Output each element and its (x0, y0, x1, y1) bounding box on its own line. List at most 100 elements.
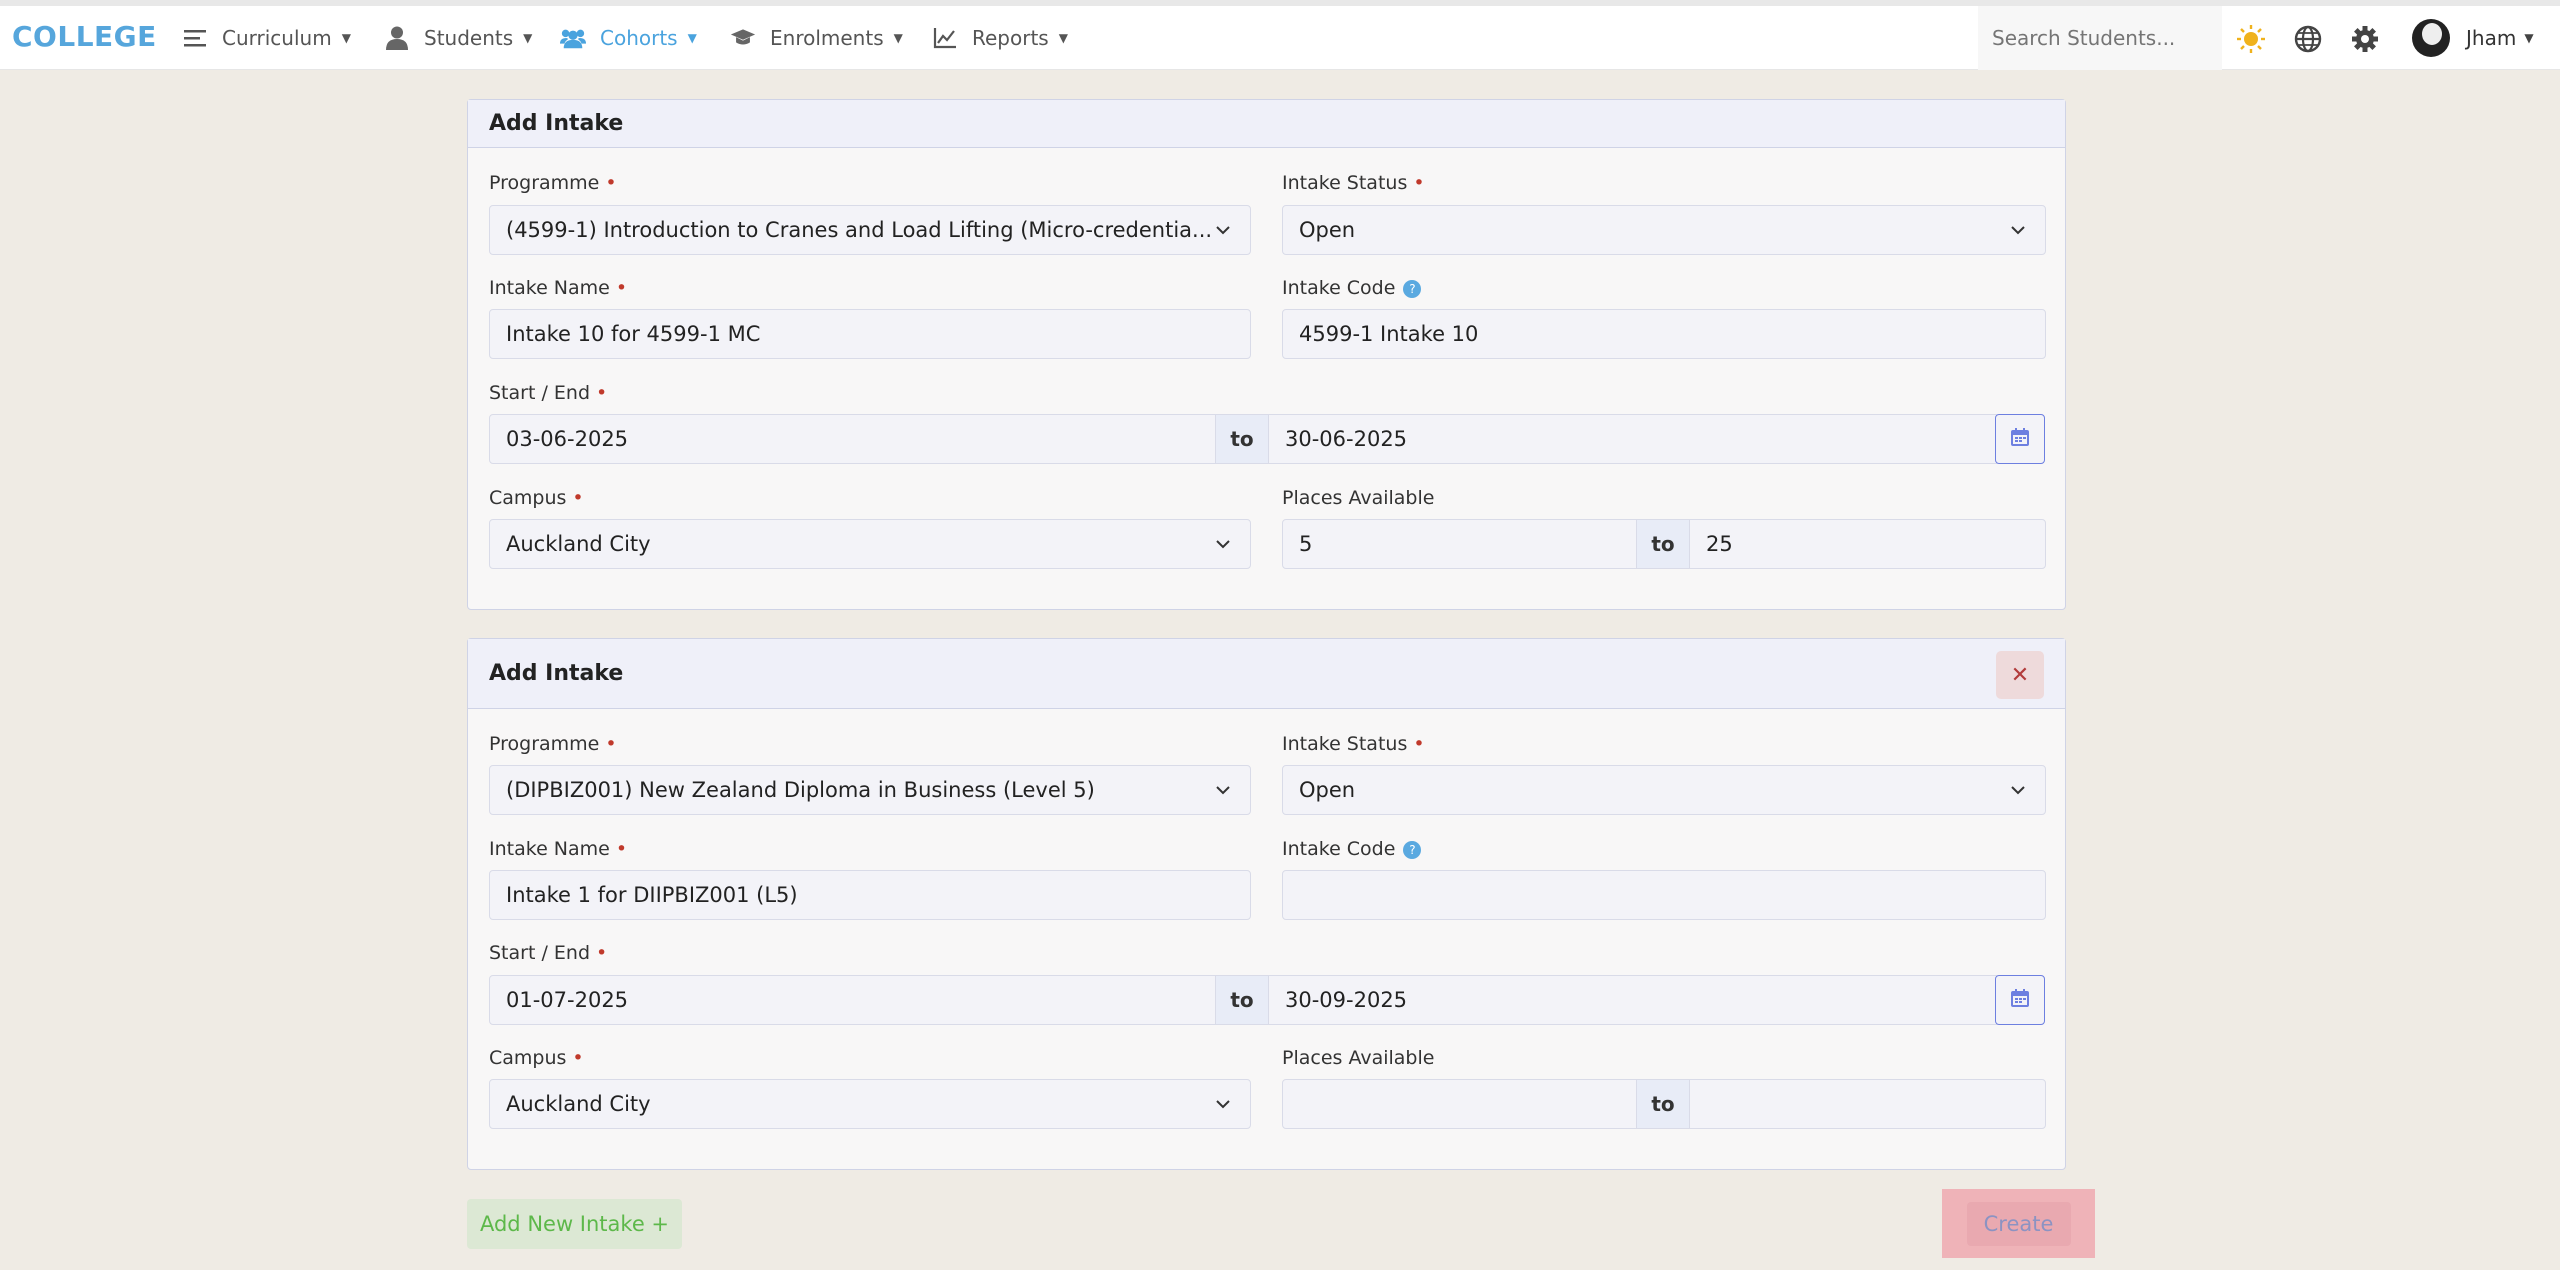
person-icon (384, 25, 410, 51)
places-max-input[interactable]: 25 (1689, 519, 2046, 569)
search-input[interactable] (1992, 26, 2212, 50)
nav-reports[interactable]: Reports ▼ (932, 6, 1068, 70)
intake-name-value: Intake 1 for DIIPBIZ001 (L5) (506, 883, 798, 907)
caret-down-icon: ▼ (2524, 31, 2534, 45)
end-date-value: 30-09-2025 (1285, 988, 1408, 1012)
status-select[interactable]: Open (1282, 765, 2046, 815)
create-button[interactable]: Create (1966, 1201, 2071, 1246)
intake-card-1: Add Intake Programme • (4599-1) Introduct… (467, 99, 2066, 610)
intake-code-label: Intake Code? (1282, 277, 1422, 299)
intake-name-input[interactable]: Intake 10 for 4599-1 MC (489, 309, 1251, 359)
campus-select[interactable]: Auckland City (489, 1079, 1251, 1129)
campus-value: Auckland City (506, 1092, 651, 1116)
end-date-value: 30-06-2025 (1285, 427, 1408, 451)
programme-value: (DIPBIZ001) New Zealand Diploma in Busin… (506, 778, 1095, 802)
nav-label: Curriculum (222, 26, 332, 50)
campus-select[interactable]: Auckland City (489, 519, 1251, 569)
places-label: Places Available (1282, 487, 1435, 509)
nav-curriculum[interactable]: Curriculum ▼ (182, 6, 351, 70)
group-icon (560, 25, 586, 51)
programme-select[interactable]: (DIPBIZ001) New Zealand Diploma in Busin… (489, 765, 1251, 815)
nav-label: Cohorts (600, 26, 678, 50)
nav-label: Reports (972, 26, 1049, 50)
places-min-value: 5 (1299, 532, 1313, 556)
gear-icon[interactable] (2350, 24, 2380, 54)
caret-down-icon: ▼ (687, 31, 697, 45)
card-title: Add Intake (489, 111, 624, 136)
caret-down-icon: ▼ (341, 31, 351, 45)
create-button-highlight: Create (1942, 1189, 2095, 1258)
end-date-input[interactable]: 30-09-2025 (1268, 975, 1997, 1025)
status-label: Intake Status • (1282, 733, 1425, 755)
places-separator: to (1636, 519, 1690, 569)
places-label: Places Available (1282, 1047, 1435, 1069)
date-separator: to (1215, 975, 1269, 1025)
card-title: Add Intake (489, 661, 624, 686)
intake-card-2: Add Intake ✕ Programme • (DIPBIZ001) New … (467, 638, 2066, 1170)
nav-enrolments[interactable]: Enrolments ▼ (730, 6, 903, 70)
nav-cohorts[interactable]: Cohorts ▼ (560, 6, 697, 70)
status-select[interactable]: Open (1282, 205, 2046, 255)
places-separator: to (1636, 1079, 1690, 1129)
chevron-down-icon (1214, 1094, 1232, 1118)
start-date-value: 03-06-2025 (506, 427, 629, 451)
menu-lines-icon (182, 25, 208, 51)
calendar-button[interactable] (1995, 975, 2045, 1025)
places-min-input[interactable]: 5 (1282, 519, 1637, 569)
close-icon: ✕ (2010, 662, 2030, 688)
chevron-down-icon (2009, 220, 2027, 244)
graduation-cap-icon (730, 25, 756, 51)
dates-label: Start / End • (489, 382, 608, 404)
globe-icon[interactable] (2293, 24, 2323, 54)
places-min-input[interactable] (1282, 1079, 1637, 1129)
calendar-button[interactable] (1995, 414, 2045, 464)
remove-intake-button[interactable]: ✕ (1996, 651, 2044, 699)
card-header: Add Intake (468, 100, 2065, 148)
programme-value: (4599-1) Introduction to Cranes and Load… (506, 218, 1213, 242)
line-chart-icon (932, 25, 958, 51)
campus-label: Campus • (489, 1047, 584, 1069)
search-box[interactable] (1978, 6, 2222, 70)
chevron-down-icon (1214, 534, 1232, 558)
user-menu[interactable]: Jham ▼ (2412, 18, 2534, 58)
add-new-intake-button[interactable]: Add New Intake + (467, 1199, 682, 1249)
calendar-icon (2010, 427, 2030, 451)
intake-code-input[interactable] (1282, 870, 2046, 920)
programme-select[interactable]: (4599-1) Introduction to Cranes and Load… (489, 205, 1251, 255)
caret-down-icon: ▼ (893, 31, 903, 45)
programme-label: Programme • (489, 733, 617, 755)
caret-down-icon: ▼ (523, 31, 533, 45)
nav-label: Enrolments (770, 26, 884, 50)
campus-label: Campus • (489, 487, 584, 509)
nav-label: Students (424, 26, 514, 50)
places-max-input[interactable] (1689, 1079, 2046, 1129)
help-icon[interactable]: ? (1403, 841, 1422, 859)
avatar (2412, 19, 2450, 57)
chevron-down-icon (2009, 780, 2027, 804)
start-date-value: 01-07-2025 (506, 988, 629, 1012)
intake-name-input[interactable]: Intake 1 for DIIPBIZ001 (L5) (489, 870, 1251, 920)
nav-students[interactable]: Students ▼ (384, 6, 532, 70)
status-value: Open (1299, 218, 1356, 242)
places-max-value: 25 (1706, 532, 1733, 556)
intake-code-value: 4599-1 Intake 10 (1299, 322, 1479, 346)
status-value: Open (1299, 778, 1356, 802)
start-date-input[interactable]: 01-07-2025 (489, 975, 1216, 1025)
intake-name-label: Intake Name • (489, 838, 628, 860)
help-icon[interactable]: ? (1403, 280, 1422, 298)
intake-name-value: Intake 10 for 4599-1 MC (506, 322, 761, 346)
status-label: Intake Status • (1282, 172, 1425, 194)
caret-down-icon: ▼ (1058, 31, 1068, 45)
start-date-input[interactable]: 03-06-2025 (489, 414, 1216, 464)
programme-label: Programme • (489, 172, 617, 194)
end-date-input[interactable]: 30-06-2025 (1268, 414, 1997, 464)
calendar-icon (2010, 988, 2030, 1012)
intake-code-input[interactable]: 4599-1 Intake 10 (1282, 309, 2046, 359)
intake-name-label: Intake Name • (489, 277, 628, 299)
chevron-down-icon (1214, 780, 1232, 804)
brand-logo[interactable]: COLLEGE (12, 20, 157, 53)
campus-value: Auckland City (506, 532, 651, 556)
date-separator: to (1215, 414, 1269, 464)
chevron-down-icon (1214, 220, 1232, 244)
sun-icon[interactable] (2236, 24, 2266, 54)
